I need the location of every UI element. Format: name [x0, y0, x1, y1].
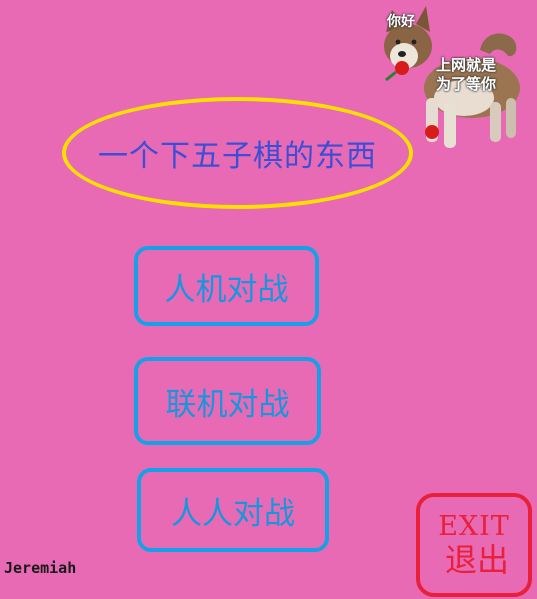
exit-button[interactable]: EXIT 退出	[416, 493, 532, 597]
pve-button[interactable]: 人机对战	[134, 246, 319, 326]
game-title-text: 一个下五子棋的东西	[98, 139, 377, 174]
sticker-caption-line1: 上网就是	[436, 56, 497, 74]
exit-button-label-cn: 退出	[444, 541, 509, 580]
pvp-button[interactable]: 人人对战	[137, 468, 329, 552]
pve-button-label: 人机对战	[164, 271, 289, 308]
dog-sticker: 你好 上网就是 为了等你	[372, 2, 537, 160]
sticker-hello-text: 你好	[387, 14, 415, 30]
author-credit: Jeremiah	[4, 559, 77, 577]
sticker-caption: 上网就是 为了等你	[436, 56, 496, 94]
pvp-button-label: 人人对战	[171, 495, 295, 532]
online-match-button[interactable]: 联机对战	[134, 357, 321, 445]
exit-button-label-en: EXIT	[438, 511, 510, 543]
sticker-caption-line2: 为了等你	[436, 74, 497, 93]
game-title: 一个下五子棋的东西	[62, 97, 413, 209]
online-match-button-label: 联机对战	[165, 386, 290, 423]
